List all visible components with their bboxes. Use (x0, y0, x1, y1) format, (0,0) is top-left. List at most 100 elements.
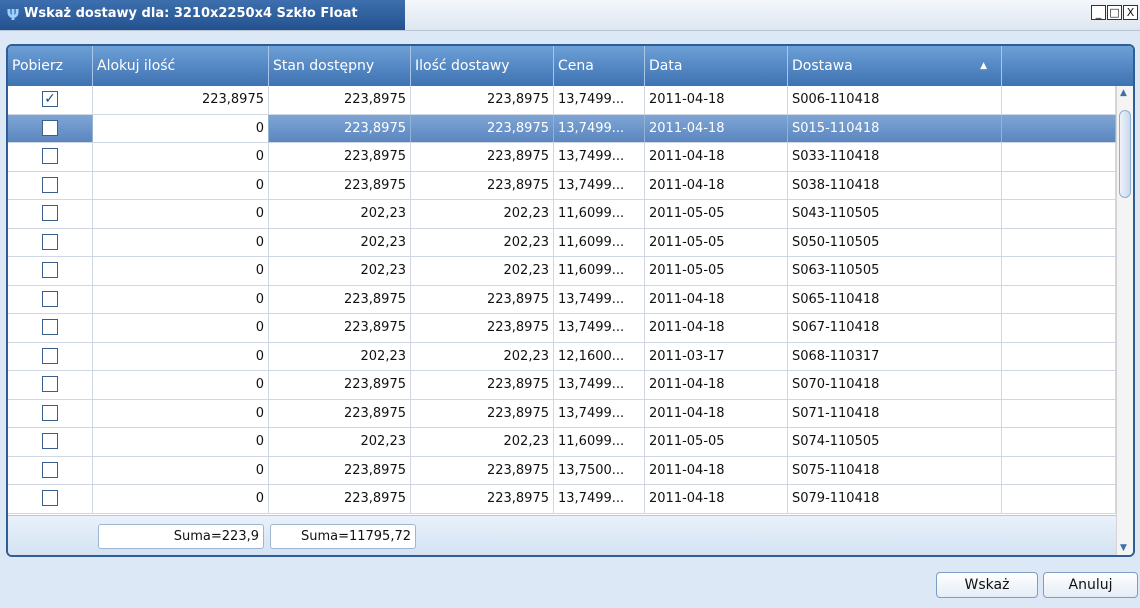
pobierz-cell (8, 171, 93, 199)
column-header-stan[interactable]: Stan dostępny (269, 46, 411, 86)
pobierz-checkbox[interactable]: ✓ (42, 91, 58, 107)
dostawa-cell: S067-110418 (788, 314, 1002, 342)
alokuj-cell[interactable]: 0 (93, 171, 269, 199)
sort-ascending-icon: ▲ (980, 61, 987, 71)
vertical-scrollbar[interactable]: ▲ ▼ (1116, 86, 1133, 555)
dostawa-cell: S065-110418 (788, 285, 1002, 313)
cena-cell: 13,7499... (554, 399, 645, 427)
dostawa-cell: S079-110418 (788, 485, 1002, 513)
ilosc-cell: 223,8975 (411, 399, 554, 427)
table-row[interactable]: 0 202,23 202,23 11,6099... 2011-05-05 S050-11… (8, 228, 1116, 257)
pobierz-checkbox[interactable] (42, 490, 58, 506)
minimize-button[interactable]: _ (1091, 5, 1106, 20)
cena-cell: 11,6099... (554, 257, 645, 285)
table-row[interactable]: 0 202,23 202,23 11,6099... 2011-05-05 S043-11… (8, 200, 1116, 229)
alokuj-cell[interactable]: 0 (93, 143, 269, 171)
stan-cell: 202,23 (269, 342, 411, 370)
ilosc-cell: 223,8975 (411, 371, 554, 399)
column-header-cena[interactable]: Cena (554, 46, 645, 86)
dostawa-cell: S006-110418 (788, 86, 1002, 114)
maximize-button[interactable]: □ (1107, 5, 1122, 20)
pobierz-checkbox[interactable] (42, 376, 58, 392)
column-header-alokuj[interactable]: Alokuj ilość (93, 46, 269, 86)
pobierz-checkbox[interactable] (42, 404, 58, 421)
column-header-ilosc[interactable]: Ilość dostawy (411, 46, 554, 86)
empty-cell (1002, 143, 1116, 171)
window-title-bar[interactable]: Ψ Wskaż dostawy dla: 3210x2250x4 Szkło F… (0, 0, 1140, 31)
table-row[interactable]: 0 202,23 202,23 12,1600... 2011-03-17 S068-11… (8, 342, 1116, 371)
data-cell: 2011-04-18 (645, 143, 788, 171)
pobierz-checkbox[interactable] (42, 119, 58, 136)
dostawa-cell: S043-110505 (788, 200, 1002, 228)
table-row[interactable]: 0 223,8975 223,8975 13,7499... 2011-04-18 S03… (8, 143, 1116, 172)
alokuj-cell[interactable]: 0 (93, 399, 269, 427)
data-cell: 2011-04-18 (645, 314, 788, 342)
data-cell: 2011-04-18 (645, 171, 788, 199)
pobierz-checkbox[interactable] (42, 262, 58, 278)
pobierz-checkbox[interactable] (42, 433, 58, 449)
table-row[interactable]: 0 223,8975 223,8975 13,7499... 2011-04-18 S07… (8, 399, 1116, 428)
table-row[interactable]: 0 223,8975 223,8975 13,7499... 2011-04-18 S06… (8, 314, 1116, 343)
alokuj-cell[interactable]: 0 (93, 114, 269, 142)
cena-cell: 13,7499... (554, 371, 645, 399)
alokuj-cell[interactable]: 0 (93, 371, 269, 399)
alokuj-cell[interactable]: 0 (93, 257, 269, 285)
pobierz-cell (8, 428, 93, 456)
table-row[interactable]: 0 223,8975 223,8975 13,7499... 2011-04-18 S07… (8, 371, 1116, 400)
table-row[interactable]: 0 223,8975 223,8975 13,7499... 2011-04-18 S01… (8, 114, 1116, 143)
cena-cell: 13,7500... (554, 456, 645, 484)
pobierz-cell (8, 285, 93, 313)
pobierz-checkbox[interactable] (42, 233, 58, 250)
alokuj-cell[interactable]: 0 (93, 285, 269, 313)
dostawa-cell: S075-110418 (788, 456, 1002, 484)
data-cell: 2011-05-05 (645, 228, 788, 256)
dostawa-cell: S063-110505 (788, 257, 1002, 285)
alokuj-cell[interactable]: 0 (93, 456, 269, 484)
column-header-pobierz[interactable]: Pobierz (8, 46, 93, 86)
table-row[interactable]: ✓ 223,8975 223,8975 223,8975 13,7499... 2011-… (8, 86, 1116, 115)
app-logo-icon: Ψ (6, 6, 20, 24)
empty-cell (1002, 371, 1116, 399)
table-row[interactable]: 0 202,23 202,23 11,6099... 2011-05-05 S074-11… (8, 428, 1116, 457)
alokuj-cell[interactable]: 0 (93, 342, 269, 370)
empty-cell (1002, 399, 1116, 427)
table-row[interactable]: 0 223,8975 223,8975 13,7499... 2011-04-18 S07… (8, 485, 1116, 514)
scroll-up-icon[interactable]: ▲ (1120, 88, 1127, 98)
pobierz-checkbox[interactable] (42, 176, 58, 193)
table-row[interactable]: 0 223,8975 223,8975 13,7500... 2011-04-18 S07… (8, 456, 1116, 485)
alokuj-cell[interactable]: 0 (93, 200, 269, 228)
pobierz-checkbox[interactable] (42, 290, 58, 307)
table-row[interactable]: 0 223,8975 223,8975 13,7499... 2011-04-18 S03… (8, 171, 1116, 200)
alokuj-cell[interactable]: 0 (93, 314, 269, 342)
dostawa-cell: S071-110418 (788, 399, 1002, 427)
scrollbar-thumb[interactable] (1119, 110, 1131, 198)
grid-body: ✓ 223,8975 223,8975 223,8975 13,7499... 2011-… (8, 86, 1116, 515)
scroll-down-icon[interactable]: ▼ (1120, 543, 1127, 553)
ilosc-cell: 223,8975 (411, 114, 554, 142)
alokuj-cell[interactable]: 0 (93, 428, 269, 456)
close-button[interactable]: X (1123, 5, 1138, 20)
alokuj-cell[interactable]: 0 (93, 485, 269, 513)
empty-cell (1002, 228, 1116, 256)
pobierz-checkbox[interactable] (42, 205, 58, 221)
alokuj-cell[interactable]: 223,8975 (93, 86, 269, 114)
column-header-dostawa[interactable]: Dostawa ▲ (788, 46, 1002, 86)
column-header-data[interactable]: Data (645, 46, 788, 86)
pobierz-checkbox[interactable] (42, 347, 58, 364)
anuluj-button[interactable]: Anuluj (1043, 572, 1138, 598)
stan-cell: 202,23 (269, 257, 411, 285)
data-cell: 2011-05-05 (645, 257, 788, 285)
table-row[interactable]: 0 202,23 202,23 11,6099... 2011-05-05 S063-11… (8, 257, 1116, 286)
table-row[interactable]: 0 223,8975 223,8975 13,7499... 2011-04-18 S06… (8, 285, 1116, 314)
wskaz-button[interactable]: Wskaż (936, 572, 1038, 598)
pobierz-checkbox[interactable] (42, 461, 58, 478)
pobierz-checkbox[interactable] (42, 148, 58, 164)
empty-cell (1002, 114, 1116, 142)
window-controls: _ □ X (1091, 5, 1138, 20)
pobierz-checkbox[interactable] (42, 319, 58, 335)
data-cell: 2011-04-18 (645, 399, 788, 427)
ilosc-cell: 202,23 (411, 257, 554, 285)
stan-cell: 223,8975 (269, 171, 411, 199)
alokuj-cell[interactable]: 0 (93, 228, 269, 256)
stan-cell: 202,23 (269, 428, 411, 456)
